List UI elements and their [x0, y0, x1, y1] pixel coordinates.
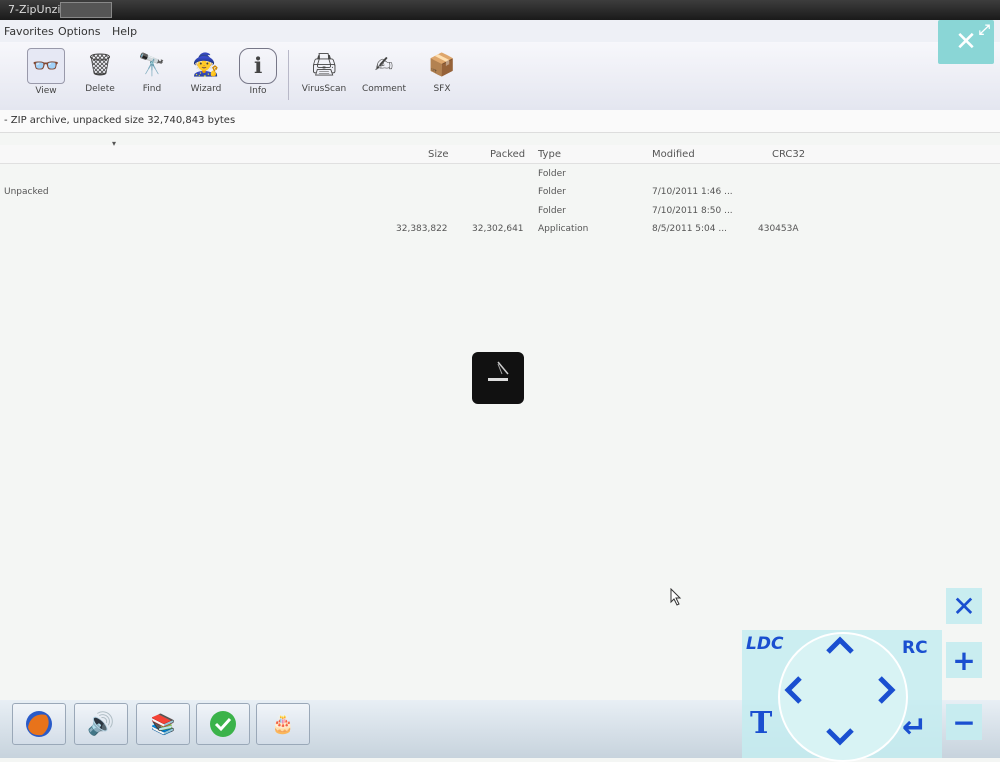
toolbar-find-button[interactable]: 🔭 Find [128, 48, 176, 95]
firefox-icon [26, 711, 52, 737]
window-controls[interactable] [60, 2, 112, 18]
mouse-cursor-icon [670, 588, 682, 606]
file-row[interactable]: Unpacked Folder 7/10/2011 1:46 ... [0, 184, 1000, 202]
menu-help[interactable]: Help [112, 25, 137, 38]
file-size: 32,383,822 [396, 224, 448, 234]
archive-icon: 📚 [150, 712, 176, 736]
zoom-out-button[interactable]: − [946, 704, 982, 740]
toolbar-wizard-button[interactable]: 🧙 Wizard [182, 48, 230, 95]
archive-info-bar: - ZIP archive, unpacked size 32,740,843 … [0, 110, 1000, 133]
toolbar-virusscan-label: VirusScan [301, 84, 347, 94]
info-icon: ℹ [239, 48, 277, 84]
loading-spinner [472, 352, 524, 404]
toolbar-virusscan-button[interactable]: 🖨 VirusScan [300, 48, 348, 95]
arrow-left-icon[interactable] [782, 674, 806, 706]
overlay-close-button[interactable]: ✕ ⤢ [938, 20, 994, 64]
file-list-header: ▾ Size Packed Type Modified CRC32 [0, 139, 1000, 164]
toolbar-comment-button[interactable]: ✍ Comment [360, 48, 408, 95]
toolbar-comment-label: Comment [361, 84, 407, 94]
toolbar-find-label: Find [142, 84, 162, 94]
view-icon: 👓 [27, 48, 65, 84]
column-packed[interactable]: Packed [490, 149, 525, 160]
zoom-in-button[interactable]: + [946, 642, 982, 678]
file-packed: 32,302,641 [472, 224, 524, 234]
expand-icon[interactable]: ⤢ [979, 22, 990, 38]
menu-options[interactable]: Options [58, 25, 100, 38]
virusscan-icon: 🖨 [310, 52, 338, 78]
sfx-icon: 📦 [428, 52, 456, 78]
arrow-up-icon[interactable] [824, 634, 856, 658]
taskbar-checkmark[interactable] [196, 703, 250, 745]
remote-control-pad: LDC RC T ↵ [742, 630, 942, 762]
file-crc: 430453A [758, 224, 799, 234]
comment-icon: ✍ [374, 52, 394, 78]
wizard-icon: 🧙 [192, 52, 220, 78]
toolbar-view-label: View [35, 86, 57, 96]
file-type: Application [538, 224, 589, 234]
arrow-right-icon[interactable] [874, 674, 898, 706]
checkmark-icon [210, 711, 236, 737]
column-modified[interactable]: Modified [652, 149, 695, 160]
file-row[interactable]: 32,383,822 32,302,641 Application 8/5/20… [0, 221, 1000, 239]
left-double-click-button[interactable]: LDC [746, 634, 783, 654]
speaker-icon: 🔊 [87, 711, 115, 737]
taskbar-firefox[interactable] [12, 703, 66, 745]
toolbar-view-button[interactable]: 👓 View [22, 48, 70, 96]
column-size[interactable]: Size [428, 149, 449, 160]
toolbar-sfx-label: SFX [433, 84, 451, 94]
toolbar: 👓 View 🗑 Delete 🔭 Find 🧙 Wizard ℹ Info 🖨… [0, 42, 1000, 111]
close-icon: ✕ [955, 27, 977, 57]
file-row[interactable]: Folder [0, 166, 1000, 184]
file-type: Folder [538, 206, 566, 216]
toolbar-info-label: Info [249, 86, 267, 96]
file-modified: 8/5/2011 5:04 ... [652, 224, 727, 234]
toolbar-separator [288, 50, 289, 100]
file-type: Folder [538, 169, 566, 179]
taskbar-audio[interactable]: 🔊 [74, 703, 128, 745]
close-controls-button[interactable]: ✕ [946, 588, 982, 624]
file-modified: 7/10/2011 1:46 ... [652, 187, 733, 197]
find-icon: 🔭 [138, 52, 166, 78]
toolbar-sfx-button[interactable]: 📦 SFX [418, 48, 466, 95]
archive-info-text: - ZIP archive, unpacked size 32,740,843 … [4, 115, 236, 126]
file-row[interactable]: Folder 7/10/2011 8:50 ... [0, 203, 1000, 221]
sort-arrow-icon: ▾ [112, 139, 117, 148]
delete-icon: 🗑 [86, 52, 114, 78]
spinner-icon [497, 361, 509, 375]
file-name: Unpacked [4, 187, 49, 197]
spinner-bar [488, 378, 508, 381]
toolbar-info-button[interactable]: ℹ Info [234, 48, 282, 96]
menu-bar: Favorites Options Help [0, 20, 1000, 42]
toolbar-delete-label: Delete [85, 84, 115, 94]
text-input-button[interactable]: T [750, 706, 772, 741]
taskbar-app[interactable]: 🎂 [256, 703, 310, 745]
window-title: 7-ZipUnzip [8, 3, 68, 16]
toolbar-delete-button[interactable]: 🗑 Delete [76, 48, 124, 95]
taskbar-winrar[interactable]: 📚 [136, 703, 190, 745]
title-bar: 7-ZipUnzip [0, 0, 1000, 20]
column-crc32[interactable]: CRC32 [772, 149, 805, 160]
right-click-button[interactable]: RC [902, 638, 928, 658]
column-type[interactable]: Type [538, 149, 561, 160]
enter-button[interactable]: ↵ [902, 710, 927, 745]
app-icon: 🎂 [271, 713, 295, 735]
file-modified: 7/10/2011 8:50 ... [652, 206, 733, 216]
menu-favorites[interactable]: Favorites [4, 25, 54, 38]
toolbar-wizard-label: Wizard [190, 84, 222, 94]
arrow-down-icon[interactable] [824, 724, 856, 748]
file-type: Folder [538, 187, 566, 197]
